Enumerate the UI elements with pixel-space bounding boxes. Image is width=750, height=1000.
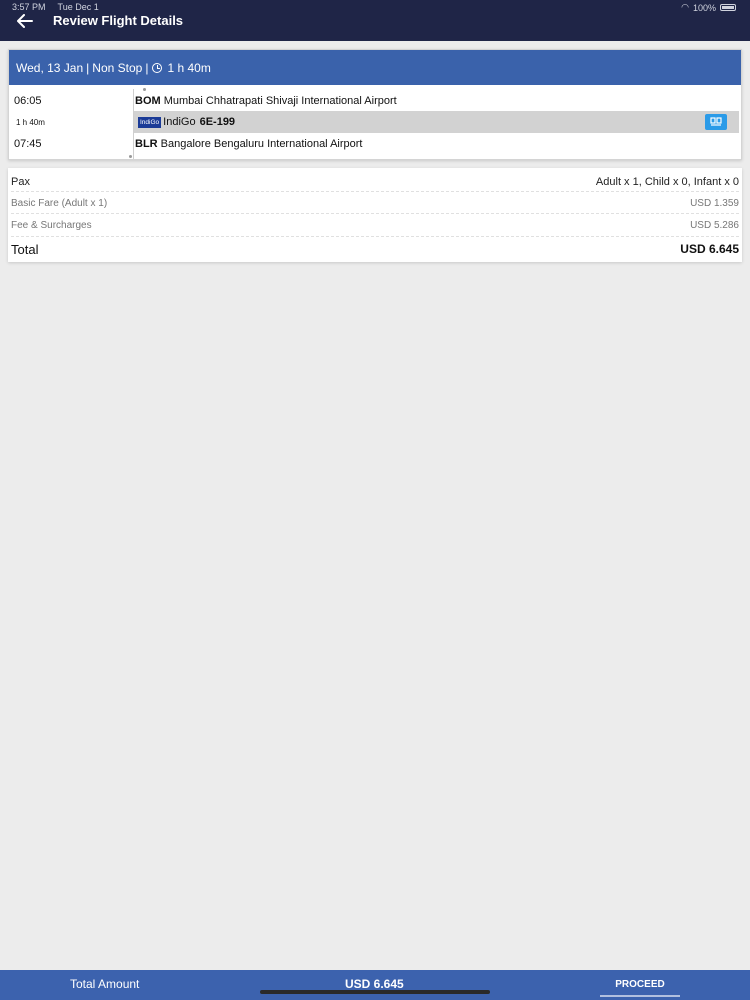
- arrow-left-icon: [17, 14, 33, 28]
- arrival-airport-row: BLR Bangalore Bengaluru International Ai…: [135, 138, 362, 150]
- basic-fare-value: USD 1.359: [690, 197, 739, 209]
- pax-row: Pax Adult x 1, Child x 0, Infant x 0: [11, 172, 739, 192]
- fee-row: Fee & Surcharges USD 5.286: [11, 215, 739, 237]
- airline-logo: IndiGo: [138, 116, 162, 128]
- departure-time: 06:05: [14, 95, 42, 107]
- flight-summary-header: Wed, 13 Jan | Non Stop | 1 h 40m: [9, 50, 741, 85]
- airline-row: IndiGo IndiGo 6E-199: [134, 111, 739, 133]
- timeline-dot: [143, 88, 146, 91]
- flight-number: 6E-199: [199, 116, 236, 128]
- top-navigation-bar: 3:57 PM Tue Dec 1 ◠ 100% Review Flight D…: [0, 0, 750, 41]
- flight-duration-header: 1 h 40m: [167, 60, 211, 75]
- flight-date: Wed, 13 Jan: [16, 60, 84, 75]
- fare-summary-card: Pax Adult x 1, Child x 0, Infant x 0 Bas…: [8, 168, 742, 262]
- departure-code: BOM: [135, 95, 161, 107]
- flight-duration: 1 h 40m: [16, 118, 45, 127]
- departure-airport: Mumbai Chhatrapati Shivaji International…: [163, 95, 397, 107]
- basic-fare-row: Basic Fare (Adult x 1) USD 1.359: [11, 193, 739, 214]
- timeline-dot: [129, 155, 132, 158]
- status-date: Tue Dec 1: [57, 2, 99, 12]
- airline-name: IndiGo: [163, 116, 196, 128]
- time-column: 06:05 1 h 40m 07:45: [9, 85, 133, 161]
- total-amount-value: USD 6.645: [345, 977, 404, 991]
- home-indicator: [260, 990, 490, 994]
- departure-airport-row: BOM Mumbai Chhatrapati Shivaji Internati…: [135, 95, 397, 107]
- bottom-action-bar: Total Amount USD 6.645 PROCEED: [0, 970, 750, 1000]
- arrival-airport: Bangalore Bengaluru International Airpor…: [160, 138, 363, 150]
- separator: |: [145, 60, 149, 75]
- page-title: Review Flight Details: [53, 13, 184, 28]
- total-row: Total USD 6.645: [11, 238, 739, 260]
- total-label: Total: [11, 241, 39, 257]
- seat-icon: [710, 117, 722, 126]
- flight-card: Wed, 13 Jan | Non Stop | 1 h 40m 06:05 1…: [8, 49, 742, 160]
- seat-map-button[interactable]: [705, 114, 727, 130]
- status-bar-right: ◠ 100%: [681, 2, 736, 13]
- total-amount-label: Total Amount: [70, 977, 140, 991]
- pax-label: Pax: [11, 175, 30, 188]
- total-value: USD 6.645: [680, 242, 739, 256]
- battery-icon: [720, 4, 736, 11]
- flight-segment: 06:05 1 h 40m 07:45 BOM Mumbai Chhatrapa…: [9, 85, 741, 161]
- fee-value: USD 5.286: [690, 220, 739, 231]
- back-button[interactable]: [14, 10, 36, 32]
- wifi-icon: ◠: [681, 2, 689, 12]
- proceed-button[interactable]: PROCEED: [600, 973, 680, 997]
- arrival-time: 07:45: [14, 138, 42, 150]
- basic-fare-label: Basic Fare (Adult x 1): [11, 197, 108, 209]
- fee-label: Fee & Surcharges: [11, 220, 92, 231]
- battery-percent: 100%: [692, 2, 716, 13]
- pax-value: Adult x 1, Child x 0, Infant x 0: [595, 175, 739, 188]
- arrival-code: BLR: [135, 138, 158, 150]
- flight-stops: Non Stop: [92, 60, 143, 75]
- separator: |: [86, 60, 90, 75]
- clock-icon: [152, 62, 163, 73]
